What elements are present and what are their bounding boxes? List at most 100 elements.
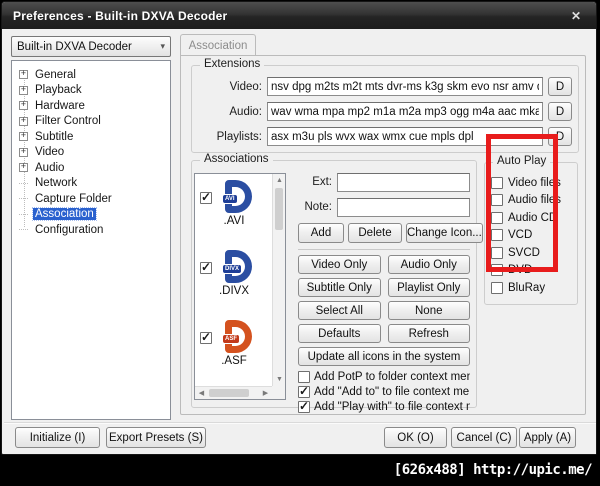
tree-leaf-dash — [19, 229, 28, 231]
horizontal-scrollbar[interactable]: ◀ ▶ — [195, 386, 272, 399]
context-checkbox[interactable] — [298, 385, 310, 398]
tree-item-label: Playback — [35, 84, 82, 97]
file-checkbox-divx[interactable] — [200, 260, 212, 274]
expander-plus-icon[interactable]: + — [19, 116, 28, 126]
file-checkbox-avi[interactable] — [200, 190, 212, 204]
tab-association-label: Association — [188, 39, 248, 52]
autoplay-checkbox-bluray[interactable] — [491, 281, 503, 294]
audio-extensions-label: Audio: — [229, 105, 262, 118]
expander-plus-icon[interactable]: + — [19, 70, 28, 80]
preferences-dialog: Preferences - Built-in DXVA Decoder ✕ Bu… — [1, 1, 597, 455]
tree-item-configuration[interactable]: Configuration — [12, 222, 170, 238]
file-ext-label: .AVI — [223, 215, 245, 227]
tree-item-network[interactable]: Network — [12, 176, 170, 192]
autoplay-label: BluRay — [508, 281, 546, 294]
defaults-button[interactable]: Defaults — [298, 324, 381, 343]
tree-leaf-dash — [19, 182, 28, 184]
tree-leaf-dash — [19, 198, 28, 200]
tree-item-playback[interactable]: + Playback — [12, 83, 170, 99]
video-extensions-input[interactable] — [267, 77, 543, 96]
expander-plus-icon[interactable]: + — [19, 85, 28, 95]
audio-default-button[interactable]: D — [548, 102, 572, 121]
expander-plus-icon[interactable]: + — [19, 132, 28, 142]
audio-extensions-row: Audio: D — [198, 102, 572, 121]
tree-item-label: Audio — [35, 161, 65, 174]
select-all-button[interactable]: Select All — [298, 301, 381, 320]
none-button[interactable]: None — [387, 301, 470, 320]
vertical-scroll-thumb[interactable] — [275, 188, 283, 230]
autoplay-bluray[interactable]: BluRay — [491, 279, 575, 297]
expander-plus-icon[interactable]: + — [19, 163, 28, 173]
add-button[interactable]: Add — [298, 223, 344, 243]
tree-item-filter-control[interactable]: + Filter Control — [12, 114, 170, 130]
file-type-badge: AVI — [222, 194, 238, 204]
watermark-text: [626x488] http://upic.me/ — [393, 462, 593, 478]
tree-item-hardware[interactable]: + Hardware — [12, 98, 170, 114]
horizontal-scroll-thumb[interactable] — [209, 389, 249, 397]
audio-only-button[interactable]: Audio Only — [387, 255, 470, 274]
tree-item-subtitle[interactable]: + Subtitle — [12, 129, 170, 145]
title-bar: Preferences - Built-in DXVA Decoder ✕ — [2, 2, 596, 29]
scrollbar-corner — [272, 386, 285, 399]
context-option-add-potp-to-folder-context-m[interactable]: Add PotP to folder context menu — [298, 370, 470, 383]
delete-button[interactable]: Delete — [348, 223, 402, 243]
tree-item-general[interactable]: + General — [12, 67, 170, 83]
ext-field-label: Ext: — [312, 176, 332, 188]
footer-separator — [4, 422, 596, 423]
subtitle-only-button[interactable]: Subtitle Only — [298, 278, 381, 297]
tree-item-audio[interactable]: + Audio — [12, 160, 170, 176]
vertical-scrollbar[interactable]: ▲ ▼ — [272, 174, 285, 386]
video-default-button[interactable]: D — [548, 77, 572, 96]
tree-item-label: Network — [35, 177, 78, 190]
tree-item-video[interactable]: + Video — [12, 145, 170, 161]
file-ext-label: .DIVX — [218, 285, 250, 297]
tree-item-label: Configuration — [35, 223, 104, 236]
note-field-input[interactable] — [337, 197, 470, 217]
close-icon[interactable]: ✕ — [567, 7, 585, 25]
apply-button[interactable]: Apply (A) — [519, 427, 576, 448]
audio-extensions-input[interactable] — [267, 102, 543, 121]
associations-groupbox: Associations AVI .AVI DIVX .DIVX ASF .ASF ▲ ▼… — [191, 153, 483, 413]
annotation-red-rectangle — [486, 134, 558, 272]
scroll-down-icon[interactable]: ▼ — [273, 373, 286, 386]
tab-association[interactable]: Association — [180, 34, 256, 56]
scroll-left-icon[interactable]: ◀ — [195, 387, 208, 400]
refresh-button[interactable]: Refresh — [387, 324, 470, 343]
ok-button[interactable]: OK (O) — [384, 427, 447, 448]
tree-item-label: Filter Control — [35, 115, 101, 128]
edit-buttons-row: Add Delete Change Icon... — [298, 223, 483, 243]
scroll-up-icon[interactable]: ▲ — [273, 174, 286, 187]
context-checkbox[interactable] — [298, 370, 310, 383]
tree-item-label: Subtitle — [35, 130, 74, 143]
tree-leaf-dash — [19, 213, 28, 215]
change-icon-button[interactable]: Change Icon... — [406, 223, 483, 243]
expander-plus-icon[interactable]: + — [19, 101, 28, 111]
file-type-icon-avi: AVI — [222, 180, 252, 213]
tree-item-association[interactable]: Association — [12, 207, 170, 223]
association-controls: Ext: Note: Add Delete Change Icon... Vid… — [298, 172, 483, 413]
preset-dropdown[interactable]: Built-in DXVA Decoder ▾ — [11, 36, 171, 57]
context-option-add-play-with-to-file-contex[interactable]: Add "Play with" to file context menu — [298, 400, 470, 413]
file-type-list[interactable]: AVI .AVI DIVX .DIVX ASF .ASF ▲ ▼ ◀ ▶ — [194, 173, 286, 400]
ext-field-input[interactable] — [337, 172, 470, 192]
update-all-icons-button[interactable]: Update all icons in the system — [298, 347, 470, 366]
ext-field-row: Ext: — [298, 172, 470, 192]
cancel-button[interactable]: Cancel (C) — [451, 427, 517, 448]
initialize-button[interactable]: Initialize (I) — [15, 427, 100, 448]
extensions-legend: Extensions — [200, 58, 265, 70]
file-checkbox-asf[interactable] — [200, 330, 212, 344]
tree-item-capture-folder[interactable]: Capture Folder — [12, 191, 170, 207]
context-checkbox[interactable] — [298, 400, 310, 413]
settings-tree: + General + Playback + Hardware + Filter Contro… — [11, 60, 171, 420]
video-only-button[interactable]: Video Only — [298, 255, 381, 274]
export-presets-button[interactable]: Export Presets (S) — [106, 427, 206, 448]
window-title: Preferences - Built-in DXVA Decoder — [13, 8, 228, 23]
file-type-icon-asf: ASF — [222, 320, 252, 353]
preset-dropdown-value: Built-in DXVA Decoder — [17, 40, 132, 53]
selection-buttons-grid: Video Only Audio Only Subtitle Only Playlis… — [298, 255, 470, 343]
scroll-right-icon[interactable]: ▶ — [259, 387, 272, 400]
expander-plus-icon[interactable]: + — [19, 147, 28, 157]
context-option-add-add-to-to-file-context-m[interactable]: Add "Add to" to file context menu — [298, 385, 470, 398]
note-field-label: Note: — [304, 201, 333, 213]
playlist-only-button[interactable]: Playlist Only — [387, 278, 470, 297]
